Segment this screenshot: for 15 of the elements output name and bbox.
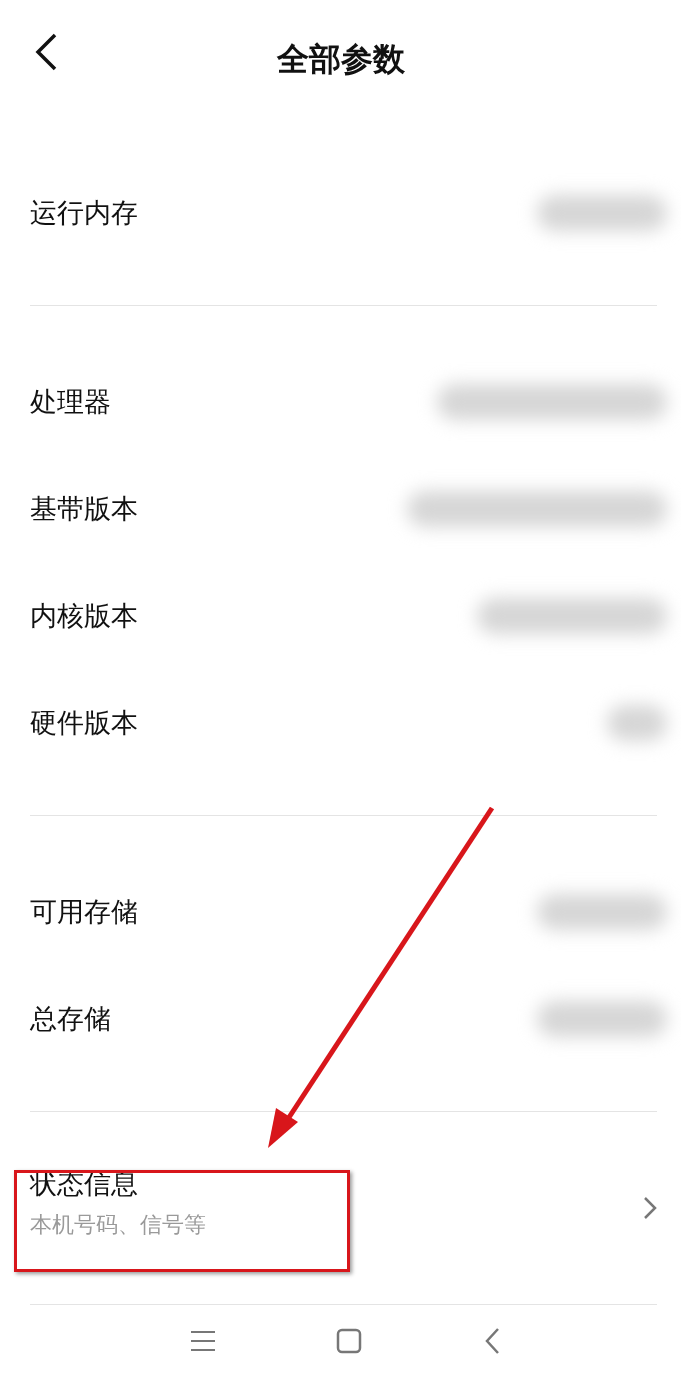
square-icon: [336, 1327, 363, 1354]
row-label: 处理器: [30, 384, 111, 419]
row-label: 总存储: [30, 1001, 111, 1036]
page-title: 全部参数: [276, 39, 405, 80]
row-label: 硬件版本: [30, 705, 138, 740]
row-label: 基带版本: [30, 491, 138, 526]
back-icon: [484, 1326, 501, 1355]
row-title: 状态信息: [30, 1167, 139, 1201]
row-label: 内核版本: [30, 598, 138, 633]
chevron-icon: [643, 1196, 657, 1220]
menu-icon: [190, 1329, 215, 1352]
row-subtitle: 本机号码、信号等: [30, 1211, 206, 1239]
row-label: 可用存储: [30, 894, 138, 929]
row-label: 运行内存: [30, 195, 138, 230]
back-icon: [34, 33, 58, 71]
